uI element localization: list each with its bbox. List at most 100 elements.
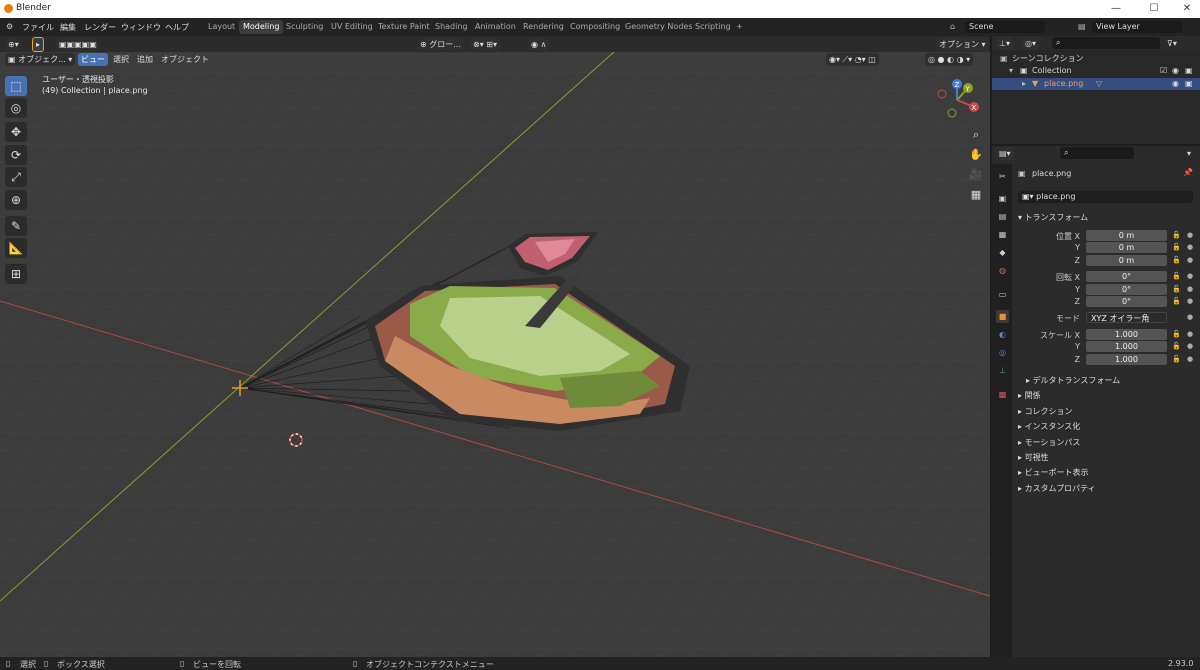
- outliner-display-mode[interactable]: ◎▾: [1022, 37, 1039, 50]
- lock-icon[interactable]: 🔓: [1172, 342, 1181, 350]
- proportional-editing-button[interactable]: ◉ ∧: [528, 38, 550, 51]
- keyframe-dot-icon[interactable]: ●: [1187, 285, 1193, 293]
- rotate-tool-button[interactable]: ⟳: [5, 145, 27, 165]
- menu-select[interactable]: 選択: [110, 53, 132, 66]
- camera-view-icon[interactable]: 🎥: [966, 166, 986, 184]
- lock-icon[interactable]: 🔓: [1172, 330, 1181, 338]
- outliner-search-input[interactable]: ⌕: [1052, 37, 1160, 49]
- viewport-3d[interactable]: [0, 36, 990, 657]
- tab-compositing[interactable]: Compositing: [566, 20, 624, 34]
- output-tab-icon[interactable]: ▤: [996, 210, 1009, 223]
- tab-geometry-nodes[interactable]: Geometry Nodes: [621, 20, 696, 34]
- select-mode-button[interactable]: ▸: [32, 37, 45, 52]
- keyframe-dot-icon[interactable]: ●: [1187, 256, 1193, 264]
- rotation-x-field[interactable]: 0°: [1086, 271, 1167, 282]
- maximize-button[interactable]: ☐: [1143, 2, 1165, 16]
- navigation-gizmo[interactable]: X Y Z: [932, 78, 982, 122]
- exclude-checkbox[interactable]: ☑: [1160, 65, 1167, 77]
- tab-animation[interactable]: Animation: [471, 20, 520, 34]
- options-dropdown[interactable]: オプション ▾: [936, 38, 989, 51]
- collection-tab-icon[interactable]: ▭: [996, 288, 1009, 301]
- tab-rendering[interactable]: Rendering: [519, 20, 568, 34]
- blender-menu-icon[interactable]: ⚙: [6, 22, 13, 31]
- eye-icon[interactable]: ◉: [1172, 65, 1179, 77]
- lock-icon[interactable]: 🔓: [1172, 256, 1181, 264]
- select-tool-button[interactable]: ⬚: [5, 76, 27, 96]
- world-tab-icon[interactable]: ◍: [996, 264, 1009, 277]
- expand-chevron-icon[interactable]: ▾: [1009, 65, 1013, 77]
- keyframe-dot-icon[interactable]: ●: [1187, 297, 1193, 305]
- add-cube-tool-button[interactable]: ⊞: [5, 264, 27, 284]
- properties-editor-type[interactable]: ▤▾: [996, 147, 1014, 160]
- motion-paths-section[interactable]: ▸ モーションパス: [1018, 437, 1080, 448]
- menu-add[interactable]: 追加: [134, 53, 156, 66]
- eye-icon[interactable]: ◉: [1172, 78, 1179, 90]
- transform-orientation-dropdown[interactable]: ⊕ グロー...: [417, 38, 464, 51]
- collections-section[interactable]: ▸ コレクション: [1018, 406, 1073, 417]
- tab-uv-editing[interactable]: UV Editing: [327, 20, 377, 34]
- keyframe-dot-icon[interactable]: ●: [1187, 330, 1193, 338]
- constraints-tab-icon[interactable]: ⊥: [996, 364, 1009, 377]
- keyframe-dot-icon[interactable]: ●: [1187, 231, 1193, 239]
- keyframe-dot-icon[interactable]: ●: [1187, 355, 1193, 363]
- rotation-z-field[interactable]: 0°: [1086, 296, 1167, 307]
- properties-search-input[interactable]: ⌕: [1060, 147, 1134, 159]
- object-name-field[interactable]: ▣▾ place.png: [1018, 191, 1193, 203]
- scene-field[interactable]: Scene: [965, 21, 1045, 33]
- viewport-display-section[interactable]: ▸ ビューポート表示: [1018, 467, 1089, 478]
- render-tab-icon[interactable]: ▣: [996, 192, 1009, 205]
- keyframe-dot-icon[interactable]: ●: [1187, 272, 1193, 280]
- expand-chevron-icon[interactable]: ▸: [1022, 78, 1026, 90]
- menu-render[interactable]: レンダー: [84, 22, 116, 33]
- object-tab-icon[interactable]: ■: [996, 310, 1009, 323]
- lock-icon[interactable]: 🔓: [1172, 297, 1181, 305]
- location-x-field[interactable]: 0 m: [1086, 230, 1167, 241]
- menu-view[interactable]: ビュー: [78, 53, 108, 66]
- lock-icon[interactable]: 🔓: [1172, 243, 1181, 251]
- keyframe-dot-icon[interactable]: ●: [1187, 342, 1193, 350]
- pin-icon[interactable]: 📌: [1183, 168, 1193, 177]
- view-layer-tab-icon[interactable]: ▦: [996, 228, 1009, 241]
- scale-y-field[interactable]: 1.000: [1086, 341, 1167, 352]
- move-tool-button[interactable]: ✥: [5, 122, 27, 142]
- rotation-y-field[interactable]: 0°: [1086, 284, 1167, 295]
- rotation-mode-dropdown[interactable]: XYZ オイラー角: [1086, 312, 1167, 323]
- location-z-field[interactable]: 0 m: [1086, 255, 1167, 266]
- relations-section[interactable]: ▸ 関係: [1018, 390, 1041, 401]
- outliner-editor-type[interactable]: ⊥▾: [996, 37, 1013, 50]
- menu-window[interactable]: ウィンドウ: [121, 22, 161, 33]
- lock-icon[interactable]: 🔓: [1172, 355, 1181, 363]
- visibility-gizmo-buttons[interactable]: ◉▾ ⟋▾ ◔▾ ◫: [826, 53, 879, 66]
- instancing-section[interactable]: ▸ インスタンス化: [1018, 421, 1080, 432]
- scene-tab-icon[interactable]: ◆: [996, 246, 1009, 259]
- snapping-group[interactable]: ⊗▾ ⊞▾: [470, 38, 500, 51]
- close-button[interactable]: ✕: [1176, 2, 1198, 16]
- transform-tool-button[interactable]: ⊕: [5, 190, 27, 210]
- ortho-grid-icon[interactable]: ▦: [966, 186, 986, 204]
- modifier-tab-icon[interactable]: ◐: [996, 328, 1009, 341]
- tab-layout[interactable]: Layout: [204, 20, 239, 34]
- outliner-row-collection[interactable]: ▾ ▣ Collection ☑ ◉ ▣: [992, 65, 1200, 77]
- view-layer-field[interactable]: View Layer: [1092, 21, 1182, 33]
- tab-sculpting[interactable]: Sculpting: [282, 20, 327, 34]
- measure-tool-button[interactable]: 📐: [5, 238, 27, 258]
- tab-texture-paint[interactable]: Texture Paint: [374, 20, 434, 34]
- tab-modeling[interactable]: Modeling: [239, 20, 284, 34]
- lock-icon[interactable]: 🔓: [1172, 231, 1181, 239]
- selection-mode-group[interactable]: ▣▣▣▣▣: [56, 38, 100, 51]
- visibility-section[interactable]: ▸ 可視性: [1018, 452, 1049, 463]
- properties-options-chevron[interactable]: ▾: [1184, 147, 1194, 160]
- custom-properties-section[interactable]: ▸ カスタムプロパティ: [1018, 483, 1096, 494]
- minimize-button[interactable]: —: [1105, 2, 1127, 16]
- delta-transform-section[interactable]: ▸ デルタトランスフォーム: [1026, 375, 1120, 386]
- filter-icon[interactable]: ⊽▾: [1164, 37, 1180, 50]
- lock-icon[interactable]: 🔓: [1172, 272, 1181, 280]
- camera-icon[interactable]: ▣: [1185, 65, 1193, 77]
- location-y-field[interactable]: 0 m: [1086, 242, 1167, 253]
- annotate-tool-button[interactable]: ✎: [5, 216, 27, 236]
- menu-file[interactable]: ファイル: [22, 22, 54, 33]
- zoom-icon[interactable]: ⌕: [966, 126, 986, 144]
- outliner-row-place-png[interactable]: ▸ ▼ place.png ▽ ◉ ▣: [992, 78, 1200, 90]
- keyframe-dot-icon[interactable]: ●: [1187, 243, 1193, 251]
- tab-shading[interactable]: Shading: [431, 20, 472, 34]
